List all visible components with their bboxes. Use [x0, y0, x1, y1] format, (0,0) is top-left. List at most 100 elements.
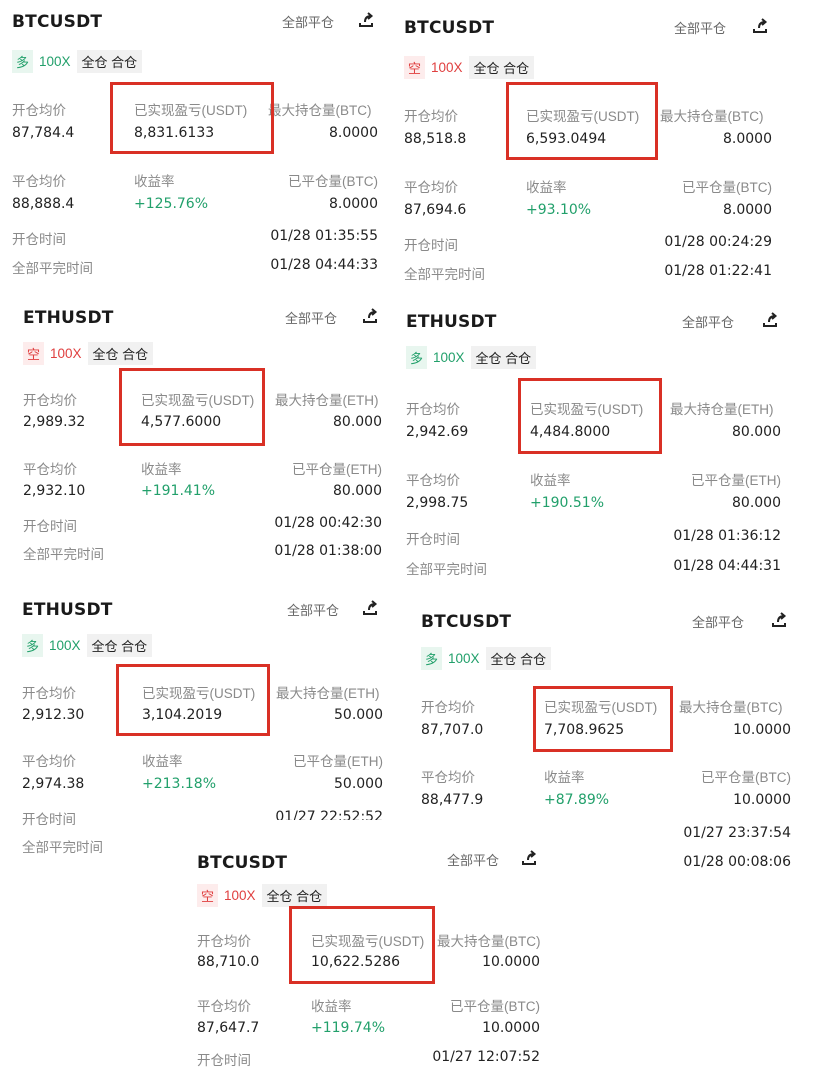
highlight-box — [119, 368, 265, 446]
closed-qty-label: 已平仓量(ETH) — [293, 754, 383, 769]
position-tags: 多 100X 全仓 合仓 — [406, 346, 537, 369]
closed-qty-label: 已平仓量(ETH) — [292, 462, 382, 477]
position-card-eth-long-1: ETHUSDT 全部平仓 多 100X 全仓 合仓 开仓均价 已实现盈亏(USD… — [406, 312, 784, 580]
close-avg-value: 2,932.10 — [23, 483, 86, 499]
max-position-label: 最大持仓量(BTC) — [268, 103, 372, 118]
share-icon[interactable] — [760, 312, 780, 330]
roi-value: +87.89% — [544, 792, 610, 808]
open-time-value: 01/27 22:52:52 — [275, 809, 383, 820]
margin-mode-badge: 全仓 合仓 — [76, 50, 143, 73]
symbol-label: BTCUSDT — [421, 612, 512, 632]
close-done-time-label: 全部平完时间 — [23, 547, 104, 562]
open-avg-value: 87,707.0 — [421, 722, 484, 738]
symbol-label: BTCUSDT — [404, 18, 495, 38]
close-done-time-value: 01/28 01:38:00 — [274, 543, 382, 559]
closed-qty-label: 已平仓量(BTC) — [450, 999, 540, 1014]
position-tags: 空 100X 全仓 合仓 — [197, 884, 328, 907]
highlight-box — [110, 82, 274, 154]
open-avg-label: 开仓均价 — [12, 103, 66, 118]
closed-qty-label: 已平仓量(BTC) — [682, 180, 772, 195]
max-position-label: 最大持仓量(BTC) — [660, 109, 764, 124]
position-card-eth-short-1: ETHUSDT 全部平仓 空 100X 全仓 合仓 开仓均价 已实现盈亏(USD… — [23, 308, 385, 566]
closed-qty-value: 80.000 — [333, 483, 382, 499]
close-all-button[interactable]: 全部平仓 — [692, 612, 744, 631]
open-time-value: 01/28 00:42:30 — [274, 515, 382, 531]
highlight-box — [289, 906, 435, 984]
close-done-time-value: 01/28 04:44:33 — [270, 257, 378, 273]
roi-value: +191.41% — [141, 483, 216, 499]
max-position-label: 最大持仓量(ETH) — [670, 402, 774, 417]
max-position-value: 10.0000 — [482, 954, 540, 970]
close-avg-label: 平仓均价 — [22, 754, 76, 769]
open-time-label: 开仓时间 — [197, 1053, 251, 1068]
share-icon[interactable] — [769, 612, 789, 630]
leverage-label: 100X — [431, 60, 463, 75]
open-time-label: 开仓时间 — [12, 232, 66, 247]
open-time-label: 开仓时间 — [404, 238, 458, 253]
close-avg-label: 平仓均价 — [404, 180, 458, 195]
symbol-label: ETHUSDT — [22, 600, 113, 620]
close-all-button[interactable]: 全部平仓 — [287, 600, 339, 619]
close-all-button[interactable]: 全部平仓 — [285, 308, 337, 327]
close-done-time-value: 01/28 01:22:41 — [664, 263, 772, 279]
open-time-value: 01/27 12:07:52 — [432, 1049, 540, 1065]
open-avg-value: 2,989.32 — [23, 414, 86, 430]
open-avg-label: 开仓均价 — [421, 700, 475, 715]
roi-label: 收益率 — [544, 770, 585, 785]
position-card-eth-long-2: ETHUSDT 全部平仓 多 100X 全仓 合仓 开仓均价 已实现盈亏(USD… — [22, 600, 384, 858]
roi-label: 收益率 — [142, 754, 183, 769]
roi-value: +119.74% — [311, 1020, 386, 1036]
position-tags: 空 100X 全仓 合仓 — [404, 56, 535, 79]
close-all-button[interactable]: 全部平仓 — [282, 12, 334, 31]
position-card-btc-short-1: BTCUSDT 全部平仓 空 100X 全仓 合仓 开仓均价 已实现盈亏(USD… — [404, 18, 776, 288]
close-avg-value: 88,477.9 — [421, 792, 484, 808]
share-icon[interactable] — [360, 308, 380, 326]
open-avg-value: 2,912.30 — [22, 707, 85, 723]
side-badge: 空 — [23, 342, 45, 365]
close-avg-value: 87,647.7 — [197, 1020, 260, 1036]
share-icon[interactable] — [356, 12, 376, 30]
close-avg-label: 平仓均价 — [421, 770, 475, 785]
open-avg-label: 开仓均价 — [22, 686, 76, 701]
close-avg-label: 平仓均价 — [23, 462, 77, 477]
roi-value: +125.76% — [134, 196, 209, 212]
roi-label: 收益率 — [134, 174, 175, 189]
roi-label: 收益率 — [530, 473, 571, 488]
open-time-value: 01/28 01:35:55 — [270, 228, 378, 244]
side-badge: 多 — [406, 346, 428, 369]
max-position-label: 最大持仓量(BTC) — [679, 700, 783, 715]
side-badge: 多 — [22, 634, 44, 657]
close-done-time-label: 全部平完时间 — [22, 840, 103, 855]
max-position-label: 最大持仓量(ETH) — [275, 393, 379, 408]
roi-label: 收益率 — [311, 999, 352, 1014]
open-time-clip: 01/27 22:52:52 — [275, 808, 383, 820]
leverage-label: 100X — [49, 638, 81, 653]
close-done-time-label: 全部平完时间 — [404, 267, 485, 282]
close-all-button[interactable]: 全部平仓 — [674, 18, 726, 37]
closed-qty-label: 已平仓量(BTC) — [701, 770, 791, 785]
side-badge: 空 — [197, 884, 219, 907]
side-badge: 空 — [404, 56, 426, 79]
share-icon[interactable] — [519, 850, 539, 868]
max-position-label: 最大持仓量(BTC) — [437, 934, 541, 949]
close-avg-value: 87,694.6 — [404, 202, 467, 218]
roi-label: 收益率 — [141, 462, 182, 477]
closed-qty-value: 80.000 — [732, 495, 781, 511]
side-badge: 多 — [12, 50, 34, 73]
roi-value: +213.18% — [142, 776, 217, 792]
close-all-button[interactable]: 全部平仓 — [447, 850, 499, 869]
position-tags: 空 100X 全仓 合仓 — [23, 342, 154, 365]
share-icon[interactable] — [750, 18, 770, 36]
closed-qty-value: 50.000 — [334, 776, 383, 792]
margin-mode-badge: 全仓 合仓 — [470, 346, 537, 369]
closed-qty-value: 10.0000 — [733, 792, 791, 808]
max-position-value: 80.000 — [333, 414, 382, 430]
close-all-button[interactable]: 全部平仓 — [682, 312, 734, 331]
share-icon[interactable] — [360, 600, 380, 618]
max-position-value: 8.0000 — [329, 125, 378, 141]
open-time-label: 开仓时间 — [23, 519, 77, 534]
close-avg-value: 2,974.38 — [22, 776, 85, 792]
margin-mode-badge: 全仓 合仓 — [261, 884, 328, 907]
side-badge: 多 — [421, 647, 443, 670]
open-time-value: 01/28 00:24:29 — [664, 234, 772, 250]
